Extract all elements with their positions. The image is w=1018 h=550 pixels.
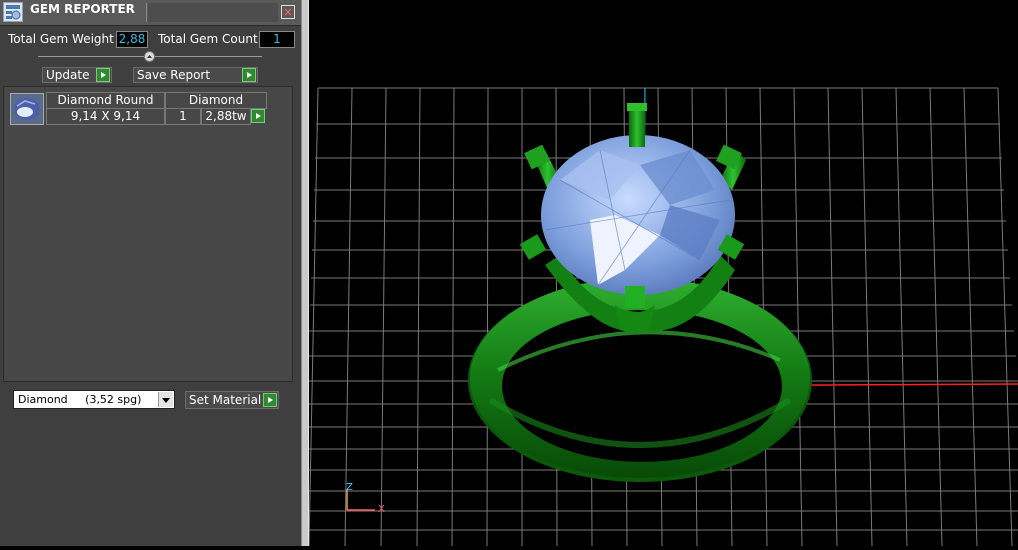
play-arrow-icon: [263, 393, 277, 407]
material-select-value: Diamond (3,52 spg): [18, 393, 142, 406]
gem-count: 1: [165, 108, 201, 125]
panel-splitter[interactable]: [301, 0, 309, 546]
update-button[interactable]: Update: [42, 67, 112, 83]
axis-z-label: Z: [346, 482, 353, 493]
set-material-label: Set Material: [189, 393, 262, 407]
play-arrow-icon: [96, 68, 110, 82]
gem-name: Diamond Round: [46, 92, 165, 109]
gem-weight: 2,88tw: [201, 108, 251, 125]
panel-title: GEM REPORTER: [30, 2, 135, 16]
gem-material: Diamond: [165, 92, 267, 109]
save-report-label: Save Report: [137, 68, 211, 82]
set-material-button[interactable]: Set Material: [185, 391, 279, 409]
3d-viewport[interactable]: Z X: [308, 0, 1018, 547]
list-item[interactable]: Diamond Round Diamond 9,14 X 9,14 1 2,88…: [9, 92, 269, 127]
gem-reporter-icon: [3, 2, 23, 22]
gem-size: 9,14 X 9,14: [46, 108, 165, 125]
diamond-gem: [541, 135, 735, 295]
update-button-label: Update: [46, 68, 90, 82]
title-bar: GEM REPORTER ✕: [0, 0, 301, 26]
chevron-down-icon[interactable]: [158, 392, 173, 407]
gem-reporter-panel: GEM REPORTER ✕ Total Gem Weight 2,88 Tot…: [0, 0, 301, 546]
diamond-thumbnail-icon: [10, 93, 44, 125]
play-arrow-icon[interactable]: [251, 109, 265, 123]
total-count-value: 1: [259, 31, 295, 48]
total-count-label: Total Gem Count: [158, 32, 258, 46]
gem-list: [3, 86, 293, 382]
play-arrow-icon: [242, 68, 256, 82]
close-icon[interactable]: ✕: [281, 5, 295, 19]
viewport-canvas: [308, 87, 1018, 547]
collapse-toggle-icon[interactable]: [144, 51, 155, 62]
axis-x-label: X: [378, 504, 385, 515]
material-select[interactable]: Diamond (3,52 spg): [13, 390, 175, 409]
total-weight-label: Total Gem Weight: [8, 32, 114, 46]
axis-triad-icon: Z X: [342, 480, 392, 520]
total-weight-value: 2,88: [116, 31, 148, 48]
title-divider: [146, 3, 147, 22]
save-report-button[interactable]: Save Report: [133, 67, 258, 83]
ring-band: [468, 278, 812, 482]
title-spacer: [148, 3, 278, 22]
